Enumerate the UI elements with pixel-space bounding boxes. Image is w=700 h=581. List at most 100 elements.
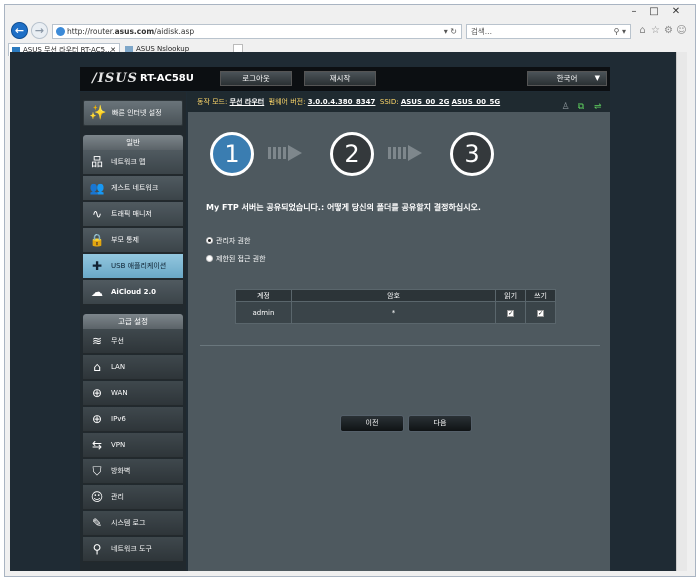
sidebar-item-network-map[interactable]: 品 네트워크 맵 — [83, 150, 183, 175]
table-row: admin * ✓ ✓ — [235, 301, 556, 324]
search-input[interactable]: 검색... ⚲ ▾ — [466, 24, 631, 39]
title-bar: – □ ✕ — [5, 5, 695, 19]
address-row: ← → http://router.asus.com/aidisk.asp ▾ … — [5, 19, 695, 43]
header-read: 읽기 — [495, 289, 527, 302]
network-map-icon: 品 — [90, 155, 103, 169]
sidebar-item-label: 네트워크 맵 — [111, 158, 146, 166]
cell-read: ✓ — [495, 301, 527, 324]
previous-button[interactable]: 이전 — [340, 415, 404, 432]
sidebar-item-label: 게스트 네트워크 — [111, 184, 159, 192]
sidebar-item-label: WAN — [111, 389, 128, 397]
reboot-button[interactable]: 재시작 — [304, 71, 376, 86]
smiley-icon[interactable]: ☺ — [676, 25, 687, 36]
account-table: 계정 암호 읽기 쓰기 admin * ✓ ✓ — [235, 289, 556, 324]
ssid-5g-link[interactable]: ASUS_00_5G — [452, 98, 501, 106]
sidebar-item-ipv6[interactable]: ⊕ IPv6 — [83, 407, 183, 432]
sidebar-item-guest-network[interactable]: 👥 게스트 네트워크 — [83, 176, 183, 201]
sidebar-item-wireless[interactable]: ≋ 무선 — [83, 329, 183, 354]
asus-logo: /ISUS — [92, 71, 138, 86]
language-value: 한국어 — [556, 74, 578, 83]
sidebar-item-label: IPv6 — [111, 415, 126, 423]
step-3-indicator: 3 — [450, 132, 494, 176]
cloud-icon: ☁ — [91, 285, 103, 299]
vpn-icon: ⇆ — [91, 438, 103, 452]
operation-mode-link[interactable]: 무선 라우터 — [230, 98, 265, 106]
ipv6-globe-icon: ⊕ — [91, 412, 103, 426]
sidebar-item-label: 시스템 로그 — [111, 519, 146, 527]
cell-write: ✓ — [525, 301, 556, 324]
quick-internet-setup-button[interactable]: ✨ 빠른 인터넷 설정 — [83, 100, 183, 126]
client-status-icon[interactable]: ♙ — [562, 102, 572, 112]
sidebar-item-label: 부모 통제 — [111, 236, 139, 244]
url-path: /aidisk.asp — [154, 27, 195, 36]
sidebar-item-usb-application[interactable]: ✚ USB 애플리케이션 — [83, 254, 183, 279]
write-checkbox[interactable]: ✓ — [537, 309, 545, 317]
sidebar-item-label: 방화벽 — [111, 467, 131, 475]
ssid-2g-link[interactable]: ASUS_00_2G — [401, 98, 450, 106]
operation-mode-label: 동작 모드: — [197, 98, 228, 106]
step-2-indicator: 2 — [330, 132, 374, 176]
radio-admin-rights[interactable]: 관리자 권한 — [206, 236, 250, 246]
ie-icon — [56, 27, 65, 36]
logout-button[interactable]: 로그아웃 — [220, 71, 292, 86]
advanced-section-header: 고급 설정 — [83, 314, 183, 329]
gear-icon[interactable]: ⚙ — [663, 25, 674, 36]
refresh-icon[interactable]: ▾ ↻ — [444, 25, 457, 38]
status-bar: 동작 모드: 무선 라우터 펌웨어 버전: 3.0.0.4.380_8347 S… — [187, 92, 610, 112]
sidebar-item-aicloud[interactable]: ☁ AiCloud 2.0 — [83, 280, 183, 305]
step-arrow-icon — [388, 145, 422, 161]
chevron-down-icon: ▼ — [594, 74, 600, 82]
address-bar[interactable]: http://router.asus.com/aidisk.asp ▾ ↻ — [52, 24, 462, 39]
read-checkbox[interactable]: ✓ — [507, 309, 515, 317]
step-1-indicator: 1 — [210, 132, 254, 176]
search-icon[interactable]: ⚲ ▾ — [614, 25, 626, 38]
favorites-star-icon[interactable]: ☆ — [650, 25, 661, 36]
sidebar-item-label: 무선 — [111, 337, 124, 345]
divider — [200, 345, 600, 346]
wizard-panel: 1 2 3 My FTP 서버는 공유되었습니다.: 어떻게 당신의 폴더를 공… — [188, 112, 610, 571]
home-icon: ⌂ — [93, 360, 101, 374]
radio-label: 제한된 접근 권한 — [216, 255, 266, 263]
sidebar-item-traffic-manager[interactable]: ∿ 트래픽 매니저 — [83, 202, 183, 227]
puzzle-icon: ✚ — [91, 259, 103, 273]
sidebar-item-lan[interactable]: ⌂ LAN — [83, 355, 183, 380]
sidebar-item-parental-control[interactable]: 🔒 부모 통제 — [83, 228, 183, 253]
sidebar-item-label: 관리 — [111, 493, 124, 501]
radio-selected-icon — [206, 237, 213, 244]
usb-status-icon[interactable]: ⇌ — [594, 102, 604, 112]
next-button[interactable]: 다음 — [408, 415, 472, 432]
sidebar-item-network-tools[interactable]: ⚲ 네트워크 도구 — [83, 537, 183, 562]
share-message: My FTP 서버는 공유되었습니다.: 어떻게 당신의 폴더를 공유할지 결정… — [206, 203, 481, 212]
cell-password: * — [290, 301, 497, 324]
step-arrow-icon — [268, 145, 302, 161]
sidebar-item-wan[interactable]: ⊕ WAN — [83, 381, 183, 406]
home-icon[interactable]: ⌂ — [637, 25, 648, 36]
system-log-icon: ✎ — [91, 516, 103, 530]
sidebar-item-label: AiCloud 2.0 — [111, 288, 156, 296]
sidebar-item-firewall[interactable]: ⛉ 방화벽 — [83, 459, 183, 484]
maximize-icon[interactable]: □ — [645, 5, 663, 19]
wifi-icon: ≋ — [91, 334, 103, 348]
minimize-icon[interactable]: – — [625, 5, 643, 19]
admin-user-icon: ☺ — [90, 490, 104, 504]
sidebar-item-administration[interactable]: ☺ 관리 — [83, 485, 183, 510]
header-account: 계정 — [235, 289, 292, 302]
language-select[interactable]: 한국어 ▼ — [527, 71, 607, 86]
radio-unselected-icon — [206, 255, 213, 262]
general-section-header: 일반 — [83, 135, 183, 150]
sidebar-item-system-log[interactable]: ✎ 시스템 로그 — [83, 511, 183, 536]
traffic-manager-icon: ∿ — [91, 207, 103, 221]
radio-limited-access[interactable]: 제한된 접근 권한 — [206, 254, 266, 264]
firmware-label: 펌웨어 버전: — [268, 98, 306, 106]
sidebar-item-vpn[interactable]: ⇆ VPN — [83, 433, 183, 458]
page-viewport: /ISUS RT-AC58U 로그아웃 재시작 한국어 ▼ ✨ 빠른 인터넷 설… — [10, 52, 687, 571]
firmware-link[interactable]: 3.0.0.4.380_8347 — [308, 98, 376, 106]
header-password: 암호 — [290, 289, 497, 302]
sidebar: ✨ 빠른 인터넷 설정 일반 品 네트워크 맵 👥 게스트 네트워크 ∿ 트래픽… — [80, 92, 186, 571]
internet-status-icon[interactable]: ⧉ — [578, 102, 588, 112]
close-icon[interactable]: ✕ — [667, 5, 685, 19]
sidebar-item-label: 네트워크 도구 — [111, 545, 152, 553]
radio-label: 관리자 권한 — [216, 237, 251, 245]
forward-button[interactable]: → — [31, 22, 48, 39]
back-button[interactable]: ← — [11, 22, 28, 39]
